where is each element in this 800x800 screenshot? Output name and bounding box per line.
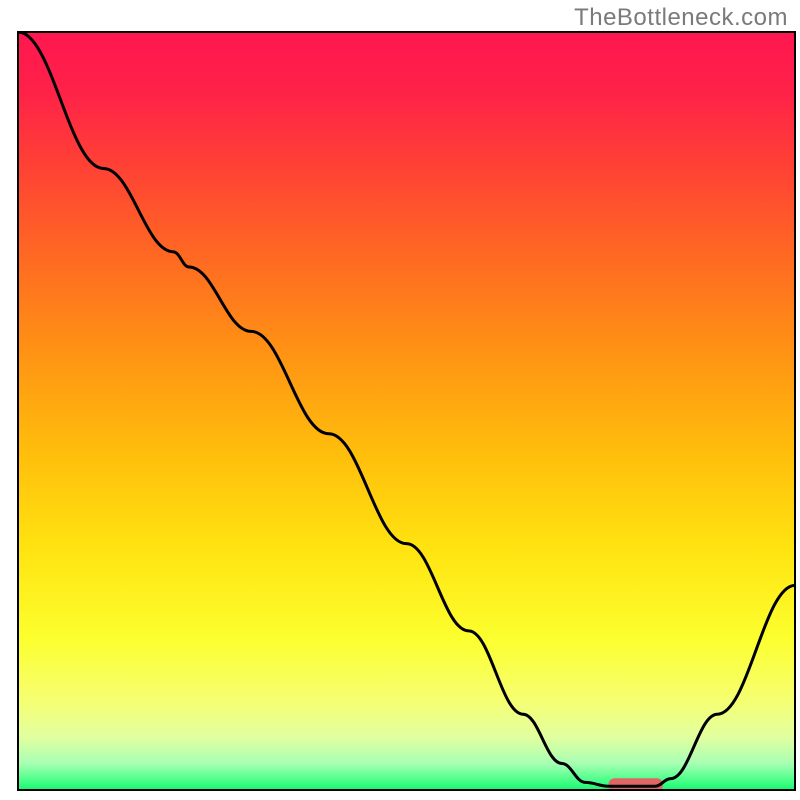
gradient-background <box>18 32 795 790</box>
bottleneck-plot <box>0 0 800 800</box>
chart-canvas: TheBottleneck.com <box>0 0 800 800</box>
